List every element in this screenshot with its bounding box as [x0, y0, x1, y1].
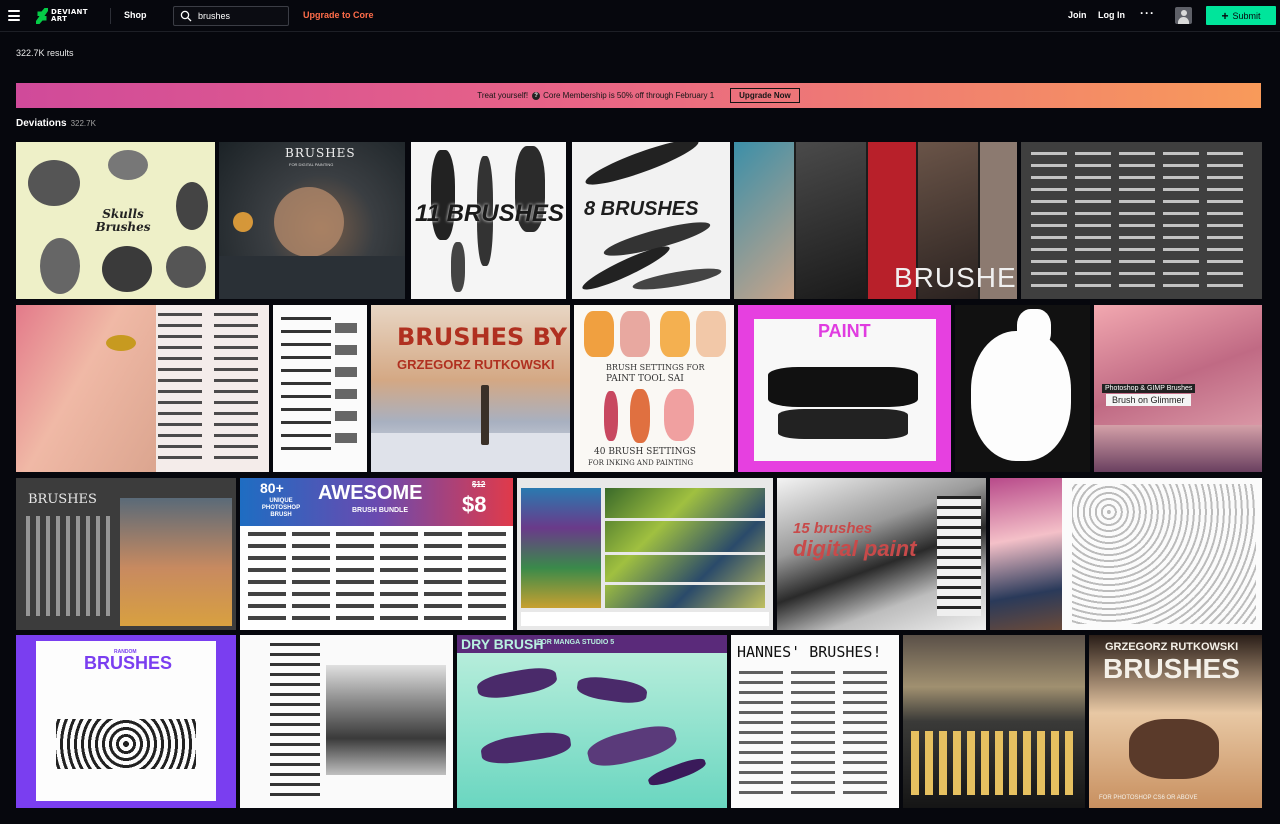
section-title-label: Deviations — [16, 118, 67, 129]
deviation-thumbnail[interactable]: BRUSH SETTINGS FOR PAINT TOOL SAI 40 BRU… — [574, 305, 734, 472]
thumbnail-subcaption-3: FOR INKING AND PAINTING — [588, 459, 694, 467]
search-icon — [180, 10, 192, 22]
deviation-thumbnail[interactable] — [990, 478, 1262, 630]
search-input[interactable] — [198, 11, 288, 21]
deviation-thumbnail[interactable] — [903, 635, 1085, 808]
thumbnail-subcaption-2: AWESOME — [318, 482, 423, 504]
deviation-thumbnail[interactable] — [517, 478, 773, 630]
thumbnail-caption: 8 BRUSHES — [584, 198, 699, 220]
thumbnail-subcaption: FOR MANGA STUDIO 5 — [537, 639, 615, 646]
top-navigation: DEVIANT ART Shop Upgrade to Core Join Lo… — [0, 0, 1280, 32]
thumbnail-caption: BRUSH SETTINGS FOR — [606, 363, 705, 372]
deviation-thumbnail[interactable]: BRUSHES — [734, 142, 1017, 299]
more-menu-icon[interactable]: ··· — [1140, 6, 1155, 20]
thumbnail-caption: PAINT — [818, 321, 871, 341]
deviation-thumbnail[interactable]: GRZEGORZ RUTKOWSKI BRUSHES FOR PHOTOSHOP… — [1089, 635, 1262, 808]
thumbnail-subcaption: FOR DIGITAL PAINTING — [289, 162, 334, 167]
section-title: Deviations 322.7K — [16, 118, 96, 129]
divider — [110, 8, 111, 24]
thumbnail-caption: GRZEGORZ RUTKOWSKI — [1105, 641, 1239, 653]
info-icon: ? — [532, 91, 541, 100]
thumbnail-subcaption: PAINT TOOL SAI — [606, 374, 684, 384]
thumbnail-subcaption-3: BRUSH BUNDLE — [352, 507, 408, 514]
plus-icon: + — [1221, 8, 1229, 23]
deviation-thumbnail[interactable]: Skulls Brushes — [16, 142, 215, 299]
thumbnail-caption: 11 BRUSHES — [415, 200, 564, 227]
thumbnail-price: $8 — [462, 492, 487, 517]
deviation-thumbnail[interactable] — [1021, 142, 1262, 299]
deviation-thumbnail[interactable] — [16, 305, 269, 472]
deviation-thumbnail[interactable]: BRUSHES BY GRZEGORZ RUTKOWSKI — [371, 305, 570, 472]
deviation-thumbnail[interactable] — [273, 305, 367, 472]
deviation-thumbnail[interactable]: BRUSHES — [16, 478, 236, 630]
search-box[interactable] — [173, 6, 289, 26]
deviation-thumbnail[interactable]: 11 BRUSHES — [411, 142, 566, 299]
thumbnail-subcaption: BRUSHES — [84, 653, 173, 673]
deviation-thumbnail[interactable]: PAINT — [738, 305, 951, 472]
thumbnail-subcaption-2: FOR PHOTOSHOP CS6 OR ABOVE — [1099, 795, 1198, 801]
brand-wordmark: DEVIANT ART — [51, 9, 87, 23]
upgrade-to-core-link[interactable]: Upgrade to Core — [303, 10, 374, 20]
results-count: 322.7K results — [16, 48, 74, 58]
thumbnail-caption: 15 brushes — [793, 520, 873, 537]
deviantart-logo-icon — [36, 8, 48, 24]
deviation-thumbnail[interactable]: RANDOM BRUSHES — [16, 635, 236, 808]
shop-link[interactable]: Shop — [124, 10, 147, 20]
thumbnail-caption: 80+ — [260, 480, 284, 496]
upgrade-now-button[interactable]: Upgrade Now — [730, 88, 800, 103]
thumbnail-subcaption: Brush on Glimmer — [1106, 394, 1191, 406]
banner-text: Core Membership is 50% off through Febru… — [543, 91, 715, 100]
deviation-thumbnail[interactable]: 80+ UNIQUE PHOTOSHOP BRUSH AWESOME BRUSH… — [240, 478, 513, 630]
login-link[interactable]: Log In — [1098, 10, 1125, 20]
deviation-thumbnail[interactable]: DRY BRUSH FOR MANGA STUDIO 5 — [457, 635, 727, 808]
deviation-thumbnail[interactable]: BRUSHES FOR DIGITAL PAINTING — [219, 142, 405, 299]
submit-label: Submit — [1232, 10, 1261, 21]
thumbnail-caption: Photoshop & GIMP Brushes — [1102, 384, 1196, 393]
deviation-thumbnail[interactable] — [955, 305, 1090, 472]
thumbnail-price-old: $12 — [472, 480, 486, 489]
deviantart-logo[interactable]: DEVIANT ART — [36, 7, 87, 25]
thumbnail-caption: BRUSHES — [285, 146, 356, 160]
promo-banner: Treat yourself! ? Core Membership is 50%… — [16, 83, 1261, 108]
thumbnail-caption: Skulls Brushes — [95, 207, 151, 234]
thumbnail-caption: HANNES' BRUSHES! — [737, 643, 882, 661]
thumbnail-caption: BRUSHES — [894, 262, 1017, 293]
thumbnail-subcaption: BRUSHES — [1103, 653, 1240, 684]
deviation-thumbnail[interactable] — [240, 635, 453, 808]
thumbnail-caption: BRUSHES — [28, 492, 97, 507]
join-link[interactable]: Join — [1068, 10, 1087, 20]
submit-button[interactable]: + Submit — [1206, 6, 1276, 25]
deviation-thumbnail[interactable]: 15 brushes digital paint — [777, 478, 986, 630]
avatar-icon[interactable] — [1175, 7, 1192, 24]
thumbnail-subcaption-2: 40 BRUSH SETTINGS — [594, 447, 696, 457]
thumbnail-subcaption: UNIQUE PHOTOSHOP BRUSH — [261, 498, 301, 518]
banner-text-lead: Treat yourself! — [477, 91, 529, 100]
menu-icon[interactable] — [8, 10, 20, 21]
brand-line-2: ART — [51, 15, 68, 23]
deviation-thumbnail[interactable]: 8 BRUSHES — [572, 142, 730, 299]
deviation-thumbnail[interactable]: HANNES' BRUSHES! — [731, 635, 899, 808]
section-count: 322.7K — [70, 119, 96, 128]
thumbnail-subcaption: GRZEGORZ RUTKOWSKI — [397, 357, 555, 372]
thumbnail-subcaption: digital paint — [793, 536, 917, 561]
thumbnail-caption: DRY BRUSH — [461, 636, 544, 652]
deviation-thumbnail[interactable]: Photoshop & GIMP Brushes Brush on Glimme… — [1094, 305, 1262, 472]
thumbnail-caption: BRUSHES BY — [397, 323, 568, 351]
